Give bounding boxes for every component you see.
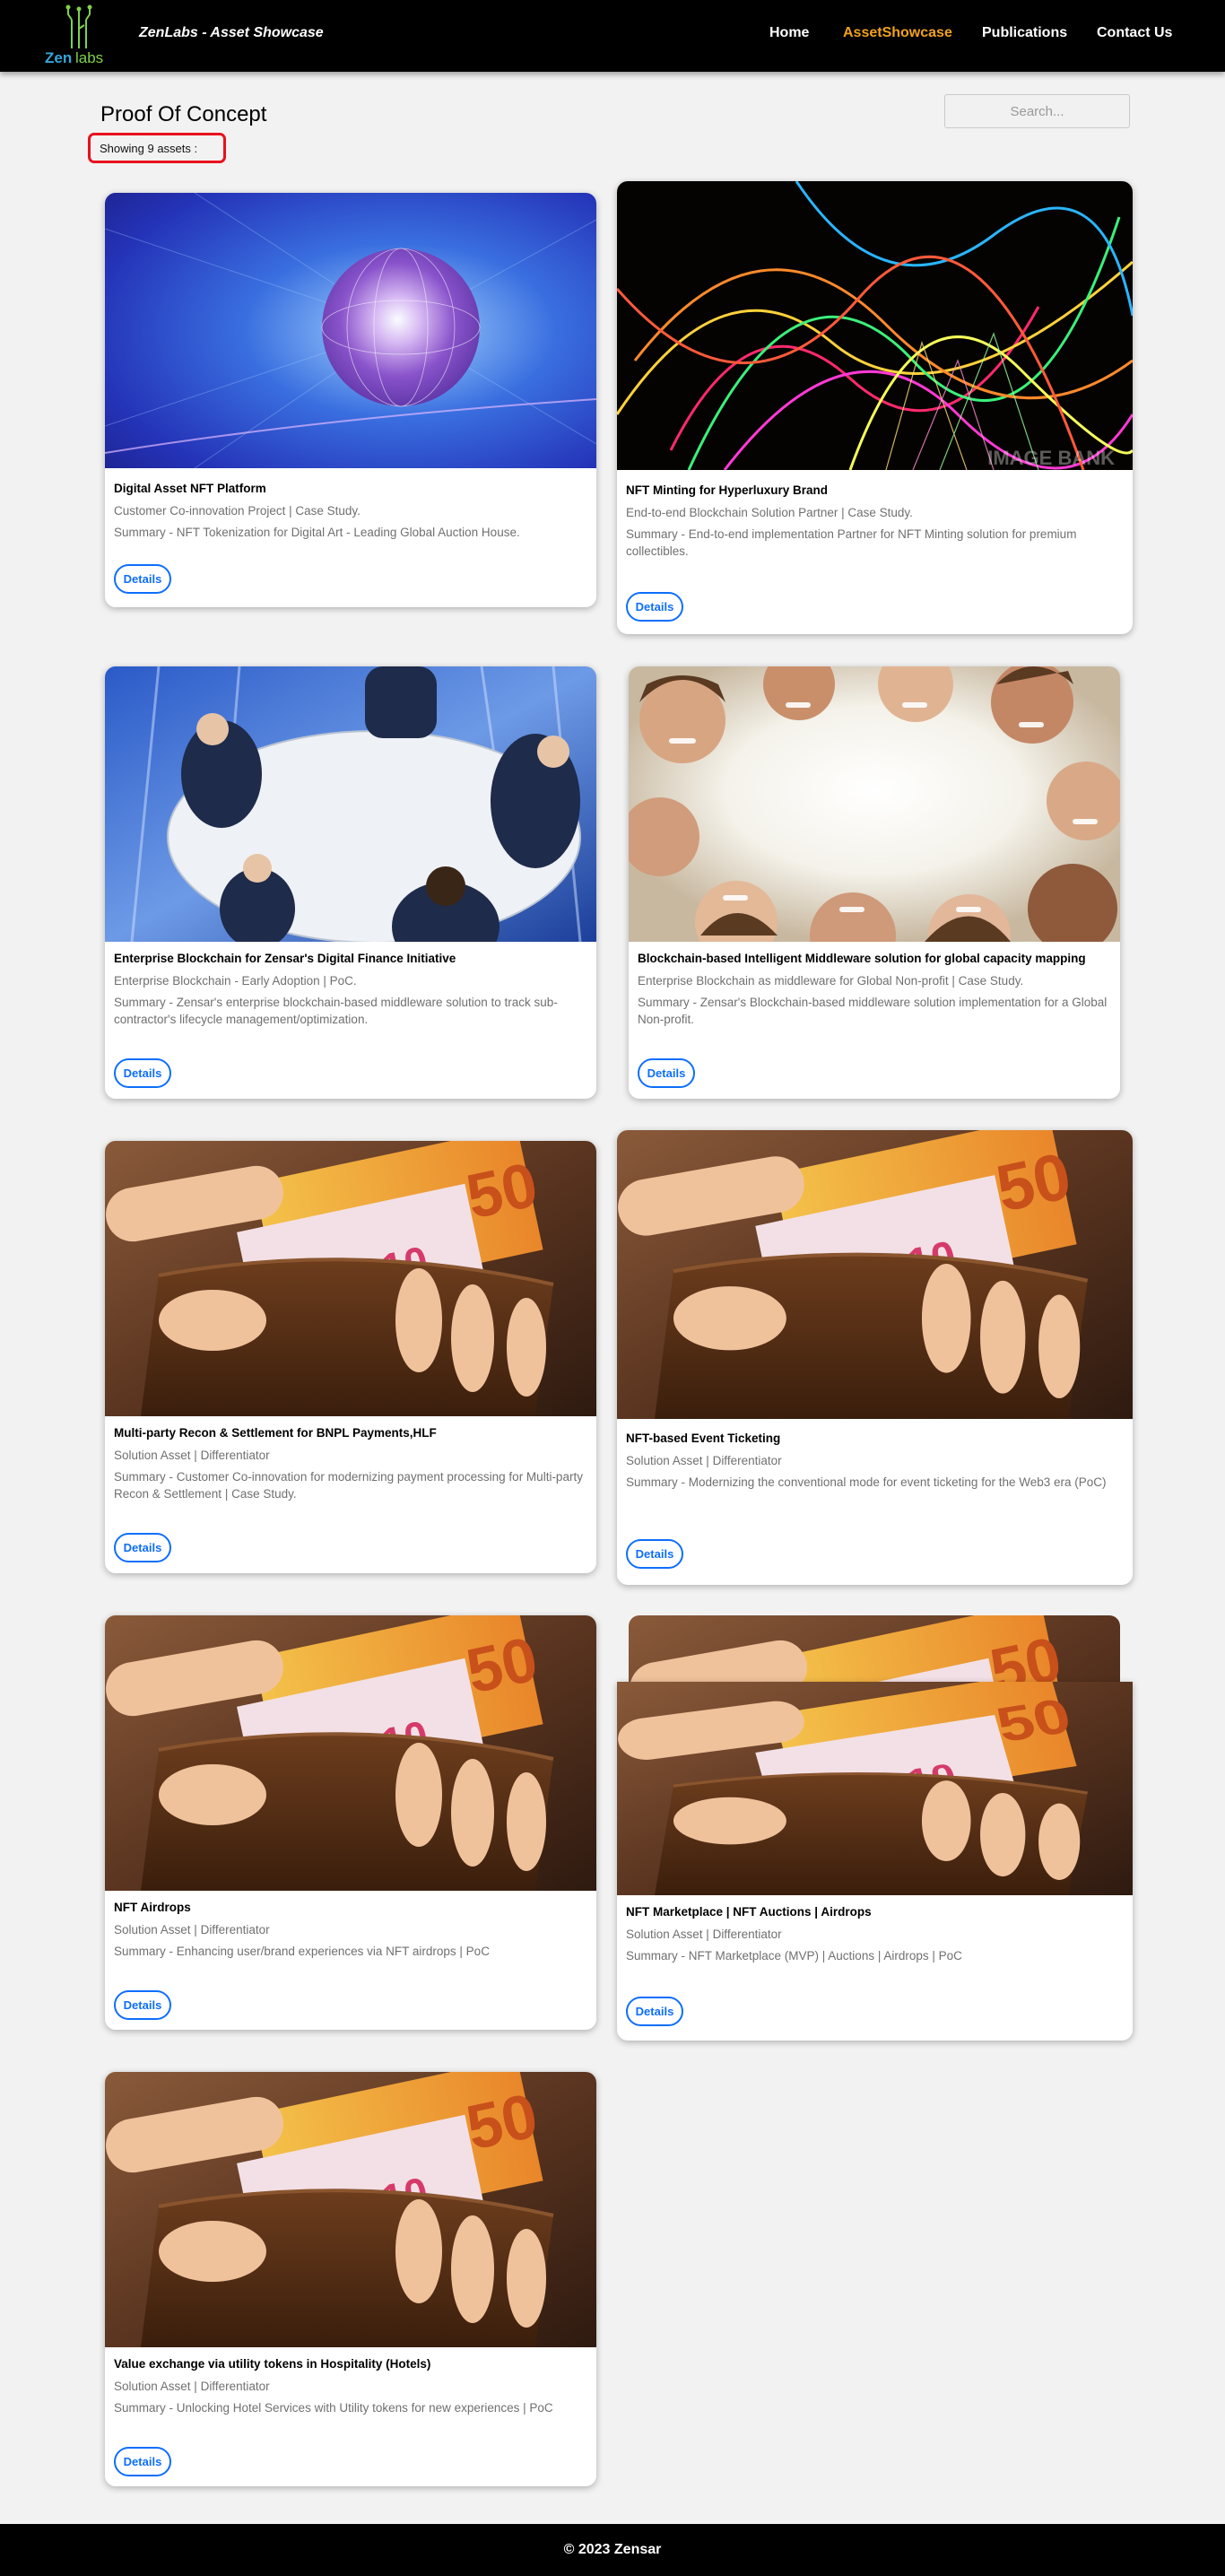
details-button[interactable]: Details bbox=[114, 1990, 171, 2020]
card-image-wallet: 50 10 bbox=[105, 2072, 596, 2347]
footer: © 2023 Zensar bbox=[0, 2524, 1225, 2576]
svg-text:50: 50 bbox=[461, 1623, 543, 1706]
details-button[interactable]: Details bbox=[626, 592, 683, 622]
asset-card: 50 10 NFT Airdrops Solution Asset | Diff… bbox=[105, 1615, 596, 2030]
nav-asset-showcase[interactable]: AssetShowcase bbox=[843, 25, 952, 41]
card-summary: Summary - Enhancing user/brand experienc… bbox=[114, 1945, 490, 1958]
card-image-faces-circle bbox=[629, 666, 1120, 942]
asset-card: Blockchain-based Intelligent Middleware … bbox=[629, 666, 1120, 1099]
details-button[interactable]: Details bbox=[114, 564, 171, 594]
details-button[interactable]: Details bbox=[114, 1533, 171, 1562]
asset-count-text: Showing 9 assets : bbox=[100, 142, 198, 155]
card-image-wallet: 50 10 bbox=[617, 1130, 1133, 1419]
svg-text:50: 50 bbox=[461, 2080, 543, 2163]
nav-home[interactable]: Home bbox=[769, 25, 809, 41]
card-category: End-to-end Blockchain Solution Partner |… bbox=[626, 506, 913, 519]
card-category: Enterprise Blockchain as middleware for … bbox=[638, 974, 1024, 988]
svg-text:Zen: Zen bbox=[45, 49, 72, 66]
svg-text:50: 50 bbox=[461, 1149, 543, 1231]
navbar: Zen labs ZenLabs - Asset Showcase Home A… bbox=[0, 0, 1225, 72]
zenlabs-logo[interactable]: Zen labs bbox=[43, 2, 120, 68]
card-title: NFT Airdrops bbox=[114, 1901, 191, 1914]
card-summary: Summary - Zensar's enterprise blockchain… bbox=[114, 996, 558, 1026]
card-category: Enterprise Blockchain - Early Adoption |… bbox=[114, 974, 357, 988]
card-image-wallet: 50 10 bbox=[617, 1682, 1133, 1895]
asset-card: Enterprise Blockchain for Zensar's Digit… bbox=[105, 666, 596, 1099]
card-title: NFT Marketplace | NFT Auctions | Airdrop… bbox=[626, 1905, 872, 1919]
card-image-meeting bbox=[105, 666, 596, 942]
details-button[interactable]: Details bbox=[114, 1058, 171, 1088]
card-summary: Summary - Modernizing the conventional m… bbox=[626, 1475, 1107, 1489]
card-category: Solution Asset | Differentiator bbox=[626, 1928, 782, 1941]
card-category: Customer Co-innovation Project | Case St… bbox=[114, 504, 361, 518]
details-button[interactable]: Details bbox=[114, 2447, 171, 2476]
card-image-light-streaks: IMAGE BANK bbox=[617, 181, 1133, 470]
footer-copyright: © 2023 Zensar bbox=[563, 2542, 662, 2557]
details-button[interactable]: Details bbox=[626, 1997, 683, 2026]
brand-title: ZenLabs - Asset Showcase bbox=[139, 25, 324, 40]
card-summary: Summary - NFT Tokenization for Digital A… bbox=[114, 526, 520, 539]
card-title: Digital Asset NFT Platform bbox=[114, 482, 266, 495]
card-image-wallet: 50 10 bbox=[105, 1141, 596, 1416]
search-input[interactable] bbox=[944, 94, 1130, 128]
svg-text:labs: labs bbox=[75, 49, 103, 66]
card-summary: Summary - Zensar's Blockchain-based midd… bbox=[638, 996, 1108, 1026]
card-category: Solution Asset | Differentiator bbox=[626, 1454, 782, 1467]
asset-count-highlight: Showing 9 assets : bbox=[88, 133, 226, 163]
asset-card: Digital Asset NFT Platform Customer Co-i… bbox=[105, 193, 596, 607]
details-button[interactable]: Details bbox=[638, 1058, 695, 1088]
card-image-wallet: 50 10 bbox=[105, 1615, 596, 1891]
asset-card: IMAGE BANK NFT Minting for Hyperluxury B… bbox=[617, 181, 1133, 634]
card-title: NFT-based Event Ticketing bbox=[626, 1432, 781, 1445]
svg-text:50: 50 bbox=[990, 1139, 1077, 1226]
asset-card: 50 10 NFT Marketplace | NFT Auctions | A… bbox=[617, 1682, 1133, 2041]
card-category: Solution Asset | Differentiator bbox=[114, 1449, 270, 1462]
image-watermark: IMAGE BANK bbox=[987, 447, 1115, 469]
svg-text:50: 50 bbox=[990, 1688, 1077, 1753]
card-summary: Summary - NFT Marketplace (MVP) | Auctio… bbox=[626, 1949, 962, 1962]
card-title: NFT Minting for Hyperluxury Brand bbox=[626, 483, 829, 497]
card-category: Solution Asset | Differentiator bbox=[114, 1923, 270, 1936]
card-image-sphere bbox=[105, 193, 596, 468]
card-summary: Summary - Customer Co-innovation for mod… bbox=[114, 1470, 583, 1501]
asset-card: 50 10 NFT-based Event Ticketing Solution… bbox=[617, 1130, 1133, 1585]
card-summary: Summary - End-to-end implementation Part… bbox=[626, 527, 1077, 558]
page-title: Proof Of Concept bbox=[100, 102, 267, 126]
card-title: Blockchain-based Intelligent Middleware … bbox=[638, 952, 1086, 965]
card-title: Value exchange via utility tokens in Hos… bbox=[114, 2357, 431, 2371]
nav-publications[interactable]: Publications bbox=[982, 25, 1067, 41]
nav-contact-us[interactable]: Contact Us bbox=[1097, 25, 1172, 41]
asset-card: 50 10 Value exchange via utility tokens … bbox=[105, 2072, 596, 2486]
details-button[interactable]: Details bbox=[626, 1539, 683, 1569]
card-category: Solution Asset | Differentiator bbox=[114, 2380, 270, 2393]
asset-card: 50 10 Multi-party Recon & Settlement for… bbox=[105, 1141, 596, 1573]
card-title: Multi-party Recon & Settlement for BNPL … bbox=[114, 1426, 437, 1440]
card-summary: Summary - Unlocking Hotel Services with … bbox=[114, 2401, 553, 2415]
card-title: Enterprise Blockchain for Zensar's Digit… bbox=[114, 952, 456, 965]
